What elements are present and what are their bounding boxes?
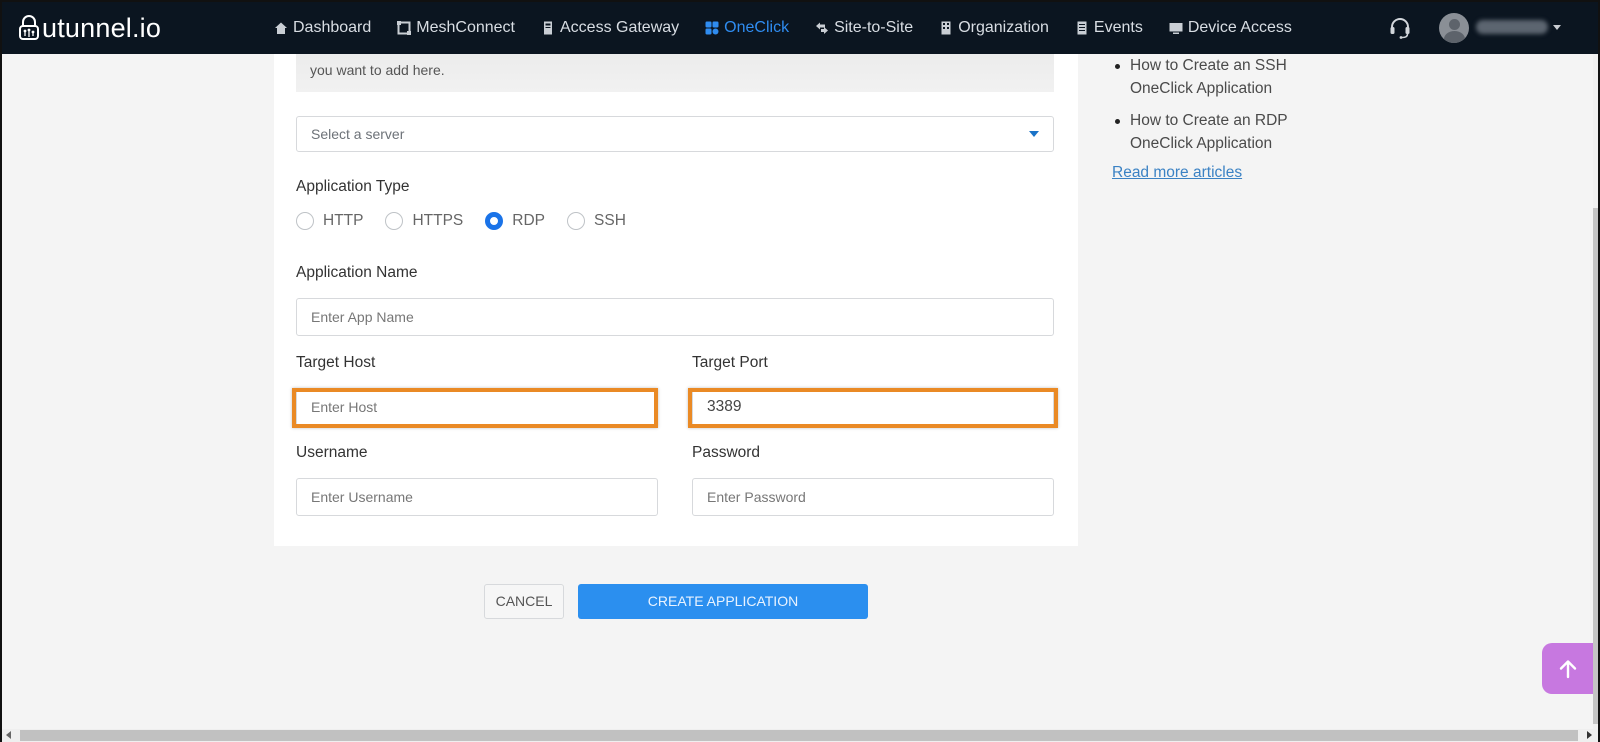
read-more-link[interactable]: Read more articles (1112, 164, 1342, 182)
home-icon (275, 22, 287, 34)
nav-item-device-access[interactable]: Device Access (1169, 2, 1292, 54)
radio-rdp[interactable]: RDP (485, 212, 545, 230)
server-select[interactable]: Select a server (296, 116, 1054, 152)
app-type-label: Application Type (296, 178, 410, 195)
arrows-icon (816, 22, 829, 34)
password-placeholder: Enter Password (707, 489, 806, 505)
user-name-blurred[interactable] (1476, 20, 1548, 34)
target-port-value: 3389 (707, 398, 742, 415)
scroll-to-top-button[interactable] (1542, 643, 1594, 694)
radio-label: HTTPS (412, 212, 464, 229)
app-name-placeholder: Enter App Name (311, 309, 414, 325)
username-input[interactable]: Enter Username (296, 478, 658, 516)
username-placeholder: Enter Username (311, 489, 413, 505)
scroll-left-arrow-icon[interactable] (6, 731, 11, 739)
nav-label: Organization (958, 19, 1049, 36)
radio-ssh[interactable]: SSH (567, 212, 626, 230)
radio-circle-selected[interactable] (485, 212, 504, 230)
nav-item-events[interactable]: Events (1075, 2, 1143, 54)
user-avatar[interactable] (1439, 13, 1469, 43)
radio-label: HTTP (323, 212, 364, 229)
server-icon (544, 21, 552, 35)
info-text: you want to add here. (310, 62, 445, 78)
main-nav: Dashboard MeshConnect Access Gateway One… (274, 2, 1318, 62)
grid-icon (705, 21, 719, 35)
scroll-right-arrow-icon[interactable] (1587, 731, 1592, 739)
avatar-body (1444, 31, 1465, 43)
avatar-head (1449, 19, 1460, 30)
target-port-label: Target Port (692, 354, 768, 371)
radio-circle[interactable] (385, 212, 404, 230)
brand-logo[interactable]: utunnel.io (18, 13, 161, 44)
server-select-placeholder: Select a server (311, 126, 405, 142)
info-note: you want to add here. (296, 54, 1054, 92)
brand-name: utunnel.io (42, 12, 162, 43)
target-host-label: Target Host (296, 354, 376, 371)
target-host-placeholder: Enter Host (311, 399, 378, 415)
create-application-form: you want to add here. Select a server Ap… (274, 54, 1078, 546)
password-label: Password (692, 444, 761, 461)
chevron-down-icon[interactable] (1553, 25, 1561, 30)
target-port-input[interactable]: 3389 (692, 388, 1054, 426)
nav-label: Site-to-Site (834, 19, 914, 36)
username-label: Username (296, 444, 368, 461)
vertical-scrollbar-thumb[interactable] (1593, 208, 1598, 724)
nav-item-site-to-site[interactable]: Site-to-Site (815, 2, 913, 54)
lock-circuit-icon (19, 15, 39, 40)
mesh-icon (397, 21, 412, 35)
radio-https[interactable]: HTTPS (385, 212, 463, 230)
radio-label: RDP (512, 212, 546, 229)
nav-item-organization[interactable]: Organization (939, 2, 1049, 54)
nav-label: Device Access (1187, 19, 1292, 36)
article-link-ssh[interactable]: How to Create an SSH OneClick Applicatio… (1112, 54, 1342, 100)
nav-item-access-gateway[interactable]: Access Gateway (541, 2, 679, 54)
nav-label: OneClick (724, 19, 790, 36)
app-name-label: Application Name (296, 264, 418, 281)
monitor-icon (1169, 23, 1183, 34)
building-icon (941, 21, 951, 35)
list-icon (1077, 21, 1087, 35)
caret-down-icon (1029, 131, 1039, 137)
top-navbar: utunnel.io Dashboard MeshConnect Access … (2, 2, 1598, 62)
nav-label: MeshConnect (416, 19, 515, 36)
nav-label: Access Gateway (560, 19, 680, 36)
article-link-rdp[interactable]: How to Create an RDP OneClick Applicatio… (1112, 109, 1342, 155)
radio-circle[interactable] (296, 212, 314, 230)
article-list: How to Create an SSH OneClick Applicatio… (1112, 54, 1342, 155)
arrow-up-icon (1559, 659, 1577, 678)
headset-icon[interactable] (1388, 16, 1412, 40)
app-type-radio-group: HTTP HTTPS RDP SSH (296, 212, 648, 230)
create-application-button[interactable]: CREATE APPLICATION (578, 584, 868, 619)
cancel-button[interactable]: CANCEL (484, 584, 564, 619)
target-host-input[interactable]: Enter Host (296, 388, 658, 426)
horizontal-scrollbar-thumb[interactable] (20, 730, 1578, 741)
nav-item-dashboard[interactable]: Dashboard (274, 2, 371, 54)
app-name-input[interactable]: Enter App Name (296, 298, 1054, 336)
help-articles: How to Create an SSH OneClick Applicatio… (1112, 54, 1342, 182)
radio-http[interactable]: HTTP (296, 212, 363, 230)
nav-label: Events (1093, 19, 1143, 36)
radio-circle[interactable] (567, 212, 586, 230)
password-input[interactable]: Enter Password (692, 478, 1054, 516)
radio-label: SSH (594, 212, 626, 229)
nav-label: Dashboard (293, 19, 372, 36)
nav-item-oneclick[interactable]: OneClick (705, 2, 790, 62)
nav-item-meshconnect[interactable]: MeshConnect (397, 2, 515, 54)
